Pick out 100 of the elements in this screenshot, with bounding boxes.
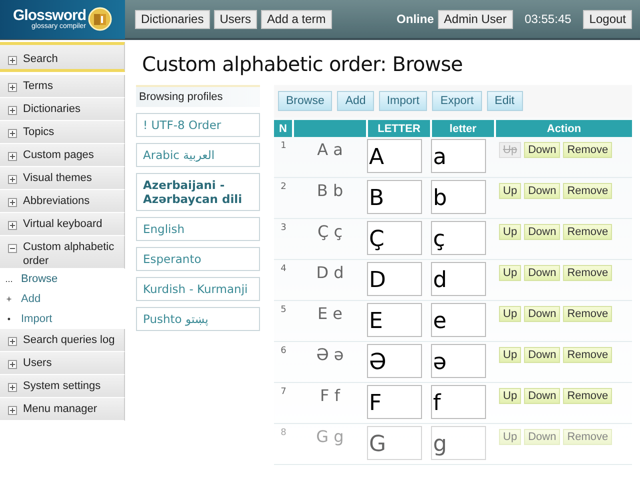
down-button[interactable]: Down: [524, 265, 560, 281]
sidebar-item[interactable]: Menu manager: [0, 398, 125, 421]
expand-icon[interactable]: [8, 337, 17, 346]
sidebar-item[interactable]: Search queries log: [0, 329, 125, 352]
down-button[interactable]: Down: [524, 183, 560, 199]
remove-button[interactable]: Remove: [563, 142, 612, 158]
page-title: Custom alphabetic order: Browse: [142, 52, 464, 76]
letter-input[interactable]: e: [431, 303, 486, 337]
nav-button[interactable]: Dictionaries: [135, 10, 210, 28]
letter-input[interactable]: G: [367, 426, 422, 460]
remove-button[interactable]: Remove: [563, 183, 612, 199]
toolbar-button[interactable]: Add: [337, 91, 374, 111]
sidebar-item[interactable]: System settings: [0, 375, 125, 398]
letter-input[interactable]: Ə: [367, 344, 422, 378]
up-button[interactable]: Up: [499, 306, 522, 322]
expand-icon[interactable]: [8, 106, 17, 115]
toolbar-button[interactable]: Browse: [278, 91, 332, 111]
expand-icon[interactable]: [8, 175, 17, 184]
logo-name: Glossword: [12, 8, 86, 22]
row-number: 8: [280, 428, 288, 438]
expand-icon[interactable]: [8, 129, 17, 138]
toolbar-button[interactable]: Export: [432, 91, 482, 111]
column-header: LETTER: [367, 120, 431, 137]
submenu-link[interactable]: Browse: [21, 273, 58, 285]
remove-button[interactable]: Remove: [563, 347, 612, 363]
profile-item[interactable]: Azerbaijani - Azərbaycan dili: [136, 173, 260, 211]
logout-button[interactable]: Logout: [583, 10, 632, 28]
sidebar-item[interactable]: Terms: [0, 75, 125, 98]
bullet-marker: +: [5, 294, 13, 304]
collapse-icon[interactable]: [8, 244, 17, 253]
row-number: 2: [280, 182, 288, 192]
up-button[interactable]: Up: [499, 388, 522, 404]
letter-preview: A a: [316, 140, 344, 159]
sidebar-item[interactable]: Visual themes: [0, 167, 125, 190]
profile-item[interactable]: English: [136, 217, 260, 241]
sidebar-item[interactable]: Custom alphabetic order: [0, 236, 125, 269]
sidebar-item[interactable]: Dictionaries: [0, 98, 125, 121]
sidebar-item[interactable]: Abbreviations: [0, 190, 125, 213]
submenu-link[interactable]: Add: [21, 293, 41, 305]
sidebar-item[interactable]: Search: [0, 42, 125, 72]
up-button[interactable]: Up: [499, 183, 522, 199]
expand-icon[interactable]: [8, 383, 17, 392]
bullet-marker: •: [6, 314, 12, 324]
profile-item[interactable]: Esperanto: [136, 247, 260, 271]
letter-input[interactable]: f: [431, 385, 486, 419]
row-number: 4: [280, 264, 288, 274]
letter-input[interactable]: d: [431, 262, 486, 296]
row-number: 3: [280, 223, 288, 233]
expand-icon[interactable]: [8, 83, 17, 92]
profile-item[interactable]: ! UTF-8 Order: [136, 113, 260, 137]
expand-icon[interactable]: [8, 360, 17, 369]
down-button[interactable]: Down: [524, 224, 560, 240]
letter-input[interactable]: b: [431, 180, 486, 214]
expand-icon[interactable]: [8, 406, 17, 415]
user-button[interactable]: Admin User: [438, 10, 513, 28]
down-button[interactable]: Down: [524, 142, 560, 158]
remove-button[interactable]: Remove: [563, 224, 612, 240]
letter-preview: F f: [319, 386, 342, 405]
letter-input[interactable]: D: [367, 262, 422, 296]
row-number: 6: [280, 346, 288, 356]
column-header: N: [274, 120, 293, 137]
expand-icon[interactable]: [8, 221, 17, 230]
profile-item[interactable]: Arabic العربية: [136, 143, 260, 167]
letter-input[interactable]: ç: [431, 221, 486, 255]
letter-input[interactable]: ə: [431, 344, 486, 378]
profile-item[interactable]: Kurdish - Kurmanji: [136, 277, 260, 301]
toolbar-button[interactable]: Edit: [486, 91, 522, 111]
profile-item[interactable]: Pushto پښتو: [136, 307, 260, 331]
sidebar-item[interactable]: Custom pages: [0, 144, 125, 167]
letter-input[interactable]: Ç: [367, 221, 422, 255]
letter-input[interactable]: B: [367, 180, 422, 214]
expand-icon[interactable]: [8, 152, 17, 161]
up-button[interactable]: Up: [499, 347, 522, 363]
expand-icon[interactable]: [8, 198, 17, 207]
remove-button[interactable]: Remove: [563, 388, 612, 404]
up-button[interactable]: Up: [499, 265, 522, 281]
sidebar-item[interactable]: Virtual keyboard: [0, 213, 125, 236]
down-button[interactable]: Down: [524, 347, 560, 363]
letter-preview: B b: [316, 181, 344, 200]
letter-input[interactable]: a: [431, 139, 486, 173]
down-button[interactable]: Down: [524, 388, 560, 404]
expand-icon[interactable]: [8, 56, 17, 65]
remove-button[interactable]: Remove: [563, 306, 612, 322]
toolbar-button[interactable]: Import: [378, 91, 428, 111]
nav-button[interactable]: Users: [214, 10, 258, 28]
letter-input[interactable]: g: [431, 426, 486, 460]
sidebar-item[interactable]: Users: [0, 352, 125, 375]
nav-button[interactable]: Add a term: [261, 10, 332, 28]
row-number: 1: [280, 141, 288, 151]
submenu-link[interactable]: Import: [21, 313, 52, 325]
down-button[interactable]: Down: [524, 306, 560, 322]
sidebar-item[interactable]: Topics: [0, 121, 125, 144]
letter-preview: G g: [315, 427, 345, 446]
remove-button[interactable]: Remove: [563, 265, 612, 281]
online-status: Online: [396, 12, 434, 26]
letter-input[interactable]: E: [367, 303, 422, 337]
letter-preview: E e: [316, 304, 344, 323]
letter-input[interactable]: F: [367, 385, 422, 419]
up-button[interactable]: Up: [499, 224, 522, 240]
letter-input[interactable]: A: [367, 139, 422, 173]
